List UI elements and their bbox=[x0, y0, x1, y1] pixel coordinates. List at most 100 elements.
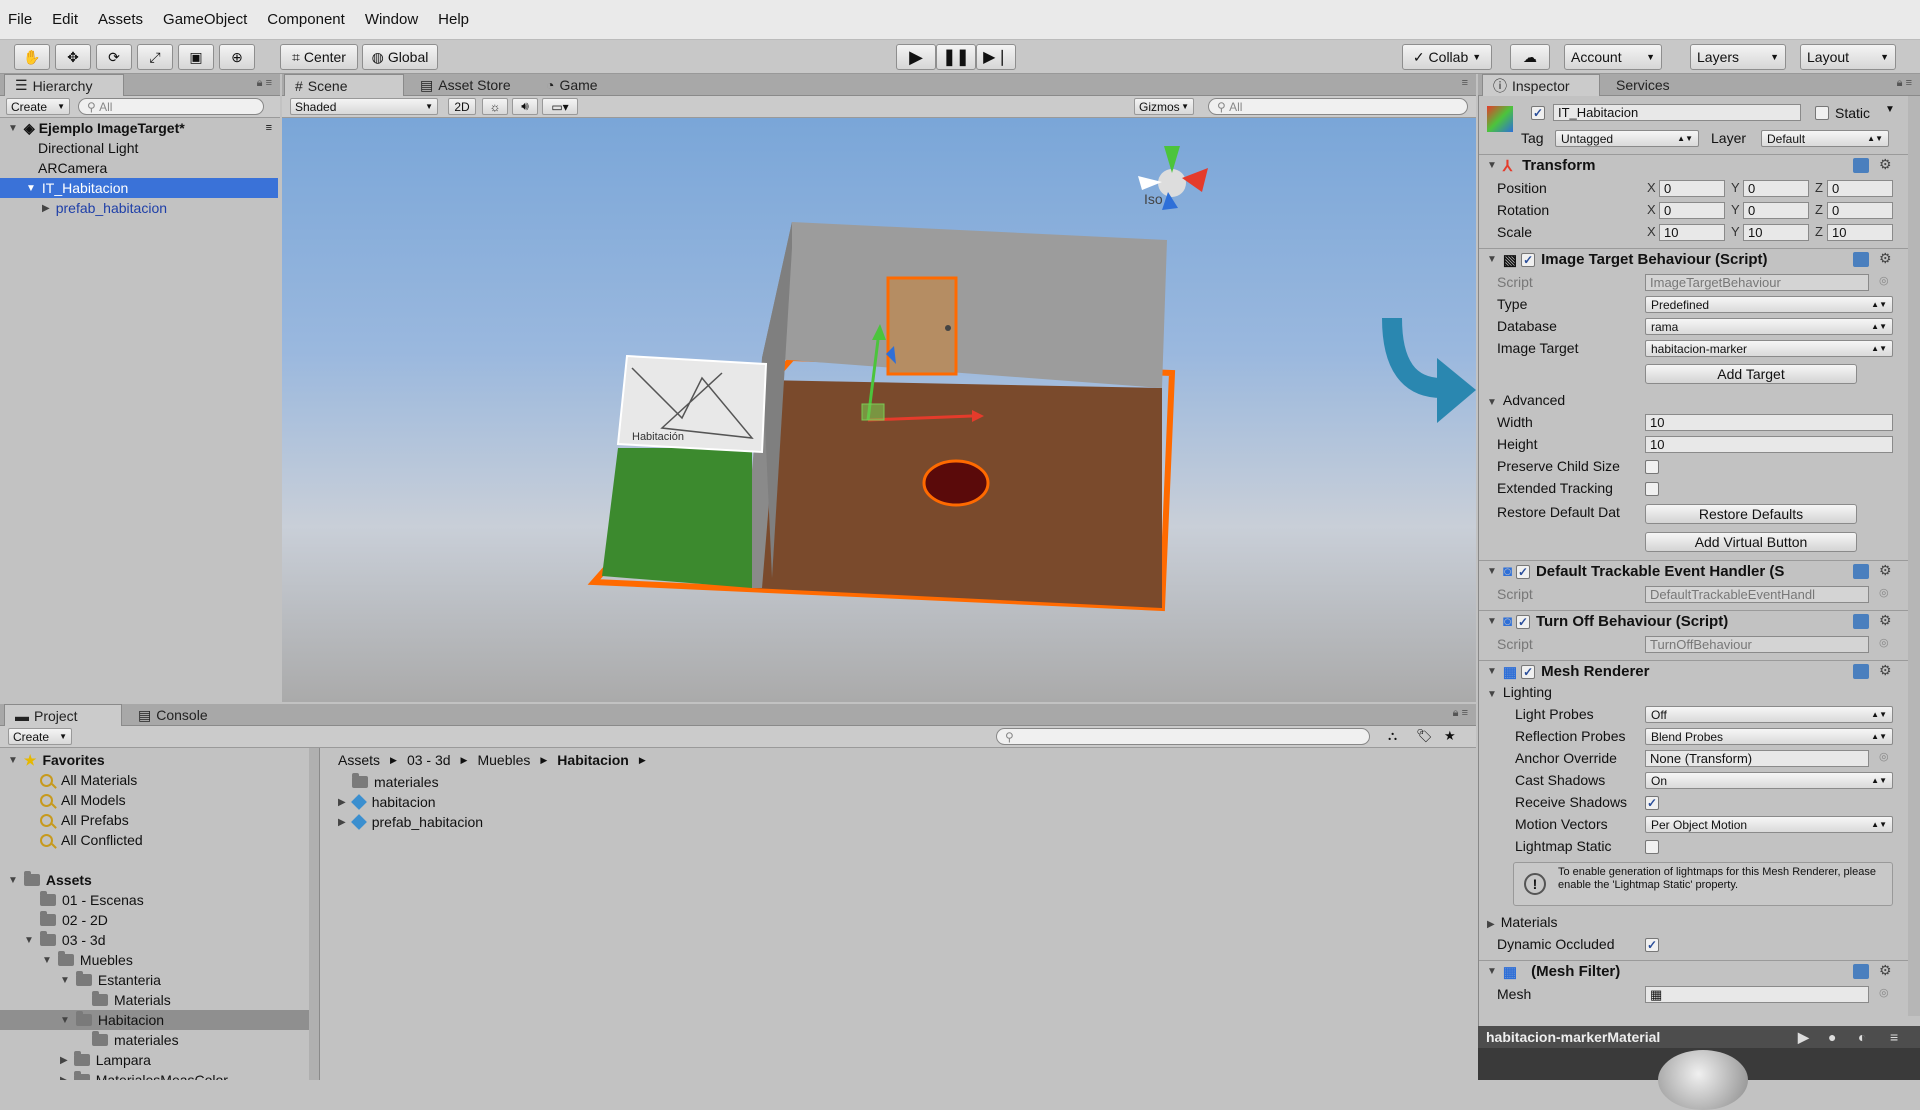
object-name-field[interactable]: IT_Habitacion bbox=[1553, 104, 1801, 121]
account-dropdown[interactable]: Account ▼ bbox=[1564, 44, 1662, 70]
preview-header[interactable]: habitacion-markerMaterial ▶ ● ◐ ≡ bbox=[1478, 1026, 1920, 1048]
image-target-dropdown[interactable]: habitacion-marker ▲▼ bbox=[1645, 340, 1893, 357]
receive-shadows-checkbox[interactable]: ✓ bbox=[1645, 796, 1659, 810]
scene-viewport[interactable]: Habitación Iso bbox=[282, 118, 1476, 702]
lighting-foldout[interactable]: ▼ Lighting bbox=[1487, 684, 1552, 700]
rotation-y-field[interactable]: 0 bbox=[1743, 202, 1809, 219]
shading-dropdown[interactable]: Shaded ▼ bbox=[290, 98, 438, 115]
pivot-center-button[interactable]: ⌗ Center bbox=[280, 44, 358, 70]
mesh-field[interactable]: ▦ bbox=[1645, 986, 1869, 1003]
favorites-root[interactable]: ▼ ★ Favorites bbox=[0, 750, 105, 770]
help-book-icon[interactable] bbox=[1853, 664, 1869, 679]
gizmos-dropdown[interactable]: Gizmos ▼ bbox=[1134, 98, 1194, 115]
favorite-item[interactable]: All Models bbox=[0, 790, 126, 810]
menu-icon[interactable]: ≡ bbox=[1462, 77, 1468, 89]
menu-assets[interactable]: Assets bbox=[98, 11, 143, 28]
hierarchy-item-prefab[interactable]: ▶ prefab_habitacion bbox=[0, 198, 167, 218]
layers-dropdown[interactable]: Layers ▼ bbox=[1690, 44, 1786, 70]
project-search-input[interactable]: ⚲ bbox=[996, 728, 1370, 745]
favorite-item[interactable]: All Materials bbox=[0, 770, 137, 790]
favorite-item[interactable]: All Conflicted bbox=[0, 830, 143, 850]
advanced-foldout[interactable]: ▼ Advanced bbox=[1487, 392, 1565, 408]
type-dropdown[interactable]: Predefined ▲▼ bbox=[1645, 296, 1893, 313]
menu-window[interactable]: Window bbox=[365, 11, 418, 28]
light-icon[interactable]: ◐ bbox=[1858, 1029, 1866, 1045]
layer-dropdown[interactable]: Default ▲▼ bbox=[1761, 130, 1889, 147]
help-book-icon[interactable] bbox=[1853, 964, 1869, 979]
folder-item[interactable]: 01 - Escenas bbox=[0, 890, 144, 910]
materials-foldout[interactable]: ▶ Materials bbox=[1487, 914, 1558, 930]
menu-icon[interactable]: ≡ bbox=[1890, 1029, 1898, 1045]
folder-item-selected[interactable]: ▼ Habitacion bbox=[0, 1010, 318, 1030]
height-field[interactable]: 10 bbox=[1645, 436, 1893, 453]
hierarchy-item-selected[interactable]: ▼ IT_Habitacion bbox=[0, 178, 278, 198]
project-create-dropdown[interactable]: Create ▼ bbox=[8, 728, 72, 745]
restore-defaults-button[interactable]: Restore Defaults bbox=[1645, 504, 1857, 524]
play-button[interactable]: ▶ bbox=[896, 44, 936, 70]
breadcrumb-item[interactable]: Muebles bbox=[477, 752, 530, 768]
play-icon[interactable]: ▶ bbox=[1798, 1029, 1809, 1046]
scale-z-field[interactable]: 10 bbox=[1827, 224, 1893, 241]
lock-icon[interactable]: 🔒︎ ≡ bbox=[1897, 77, 1912, 90]
rotation-x-field[interactable]: 0 bbox=[1659, 202, 1725, 219]
rect-tool-icon[interactable]: ▣ bbox=[178, 44, 214, 70]
folder-item[interactable]: 02 - 2D bbox=[0, 910, 108, 930]
asset-item[interactable]: ▶ prefab_habitacion bbox=[322, 812, 483, 832]
inspector-scrollbar[interactable] bbox=[1908, 96, 1920, 1016]
tab-game[interactable]: ◔ Game bbox=[536, 74, 608, 96]
target-circle-icon[interactable]: ◎ bbox=[1879, 750, 1889, 763]
folder-item[interactable]: ▶ MaterialesMeasColor bbox=[0, 1070, 228, 1080]
menu-icon[interactable]: ≡ bbox=[266, 122, 272, 134]
tab-services[interactable]: Services bbox=[1606, 74, 1680, 96]
asset-item[interactable]: ▶ habitacion bbox=[322, 792, 436, 812]
tab-project[interactable]: ▬ Project bbox=[4, 704, 122, 726]
asset-item[interactable]: materiales bbox=[322, 772, 439, 792]
folder-item[interactable]: ▼ Muebles bbox=[0, 950, 133, 970]
target-circle-icon[interactable]: ◎ bbox=[1879, 586, 1889, 599]
rotate-tool-icon[interactable]: ⟳ bbox=[96, 44, 132, 70]
help-book-icon[interactable] bbox=[1853, 614, 1869, 629]
position-z-field[interactable]: 0 bbox=[1827, 180, 1893, 197]
position-x-field[interactable]: 0 bbox=[1659, 180, 1725, 197]
gear-icon[interactable]: ⚙ bbox=[1879, 662, 1892, 679]
enabled-checkbox[interactable]: ✓ bbox=[1515, 564, 1530, 579]
hierarchy-item[interactable]: Directional Light bbox=[0, 138, 138, 158]
chevron-down-icon[interactable]: ▼ bbox=[1885, 104, 1895, 115]
cloud-button[interactable]: ☁ bbox=[1510, 44, 1550, 70]
hand-tool-icon[interactable]: ✋ bbox=[14, 44, 50, 70]
reflection-probes-dropdown[interactable]: Blend Probes ▲▼ bbox=[1645, 728, 1893, 745]
menu-file[interactable]: File bbox=[8, 11, 32, 28]
rotation-z-field[interactable]: 0 bbox=[1827, 202, 1893, 219]
tab-asset-store[interactable]: ▤ Asset Store bbox=[410, 74, 521, 96]
tab-hierarchy[interactable]: ☰ Hierarchy bbox=[4, 74, 124, 96]
target-circle-icon[interactable]: ◎ bbox=[1879, 636, 1889, 649]
hierarchy-create-dropdown[interactable]: Create ▼ bbox=[6, 98, 70, 115]
scale-tool-icon[interactable]: ⤢ bbox=[137, 44, 173, 70]
filter-label-icon[interactable]: 🏷︎ bbox=[1416, 728, 1433, 744]
help-book-icon[interactable] bbox=[1853, 564, 1869, 579]
star-icon[interactable]: ★ bbox=[1444, 728, 1456, 744]
add-target-button[interactable]: Add Target bbox=[1645, 364, 1857, 384]
tab-console[interactable]: ▤ Console bbox=[128, 704, 218, 726]
width-field[interactable]: 10 bbox=[1645, 414, 1893, 431]
help-book-icon[interactable] bbox=[1853, 252, 1869, 267]
help-book-icon[interactable] bbox=[1853, 158, 1869, 173]
effects-dropdown-icon[interactable]: ▭▾ bbox=[542, 98, 578, 115]
anchor-override-field[interactable]: None (Transform) bbox=[1645, 750, 1869, 767]
database-dropdown[interactable]: rama ▲▼ bbox=[1645, 318, 1893, 335]
motion-vectors-dropdown[interactable]: Per Object Motion ▲▼ bbox=[1645, 816, 1893, 833]
layout-dropdown[interactable]: Layout ▼ bbox=[1800, 44, 1896, 70]
active-checkbox[interactable]: ✓ bbox=[1531, 106, 1545, 120]
hierarchy-item[interactable]: ARCamera bbox=[0, 158, 107, 178]
static-checkbox[interactable] bbox=[1815, 106, 1829, 120]
enabled-checkbox[interactable]: ✓ bbox=[1521, 252, 1536, 267]
folder-item[interactable]: ▶ Lampara bbox=[0, 1050, 151, 1070]
add-virtual-button[interactable]: Add Virtual Button bbox=[1645, 532, 1857, 552]
menu-component[interactable]: Component bbox=[267, 11, 345, 28]
menu-edit[interactable]: Edit bbox=[52, 11, 78, 28]
breadcrumb-item[interactable]: 03 - 3d bbox=[407, 752, 451, 768]
target-circle-icon[interactable]: ◎ bbox=[1879, 986, 1889, 999]
tab-inspector[interactable]: ⓘ Inspector bbox=[1482, 74, 1600, 96]
move-tool-icon[interactable]: ✥ bbox=[55, 44, 91, 70]
folder-item[interactable]: Materials bbox=[0, 990, 171, 1010]
